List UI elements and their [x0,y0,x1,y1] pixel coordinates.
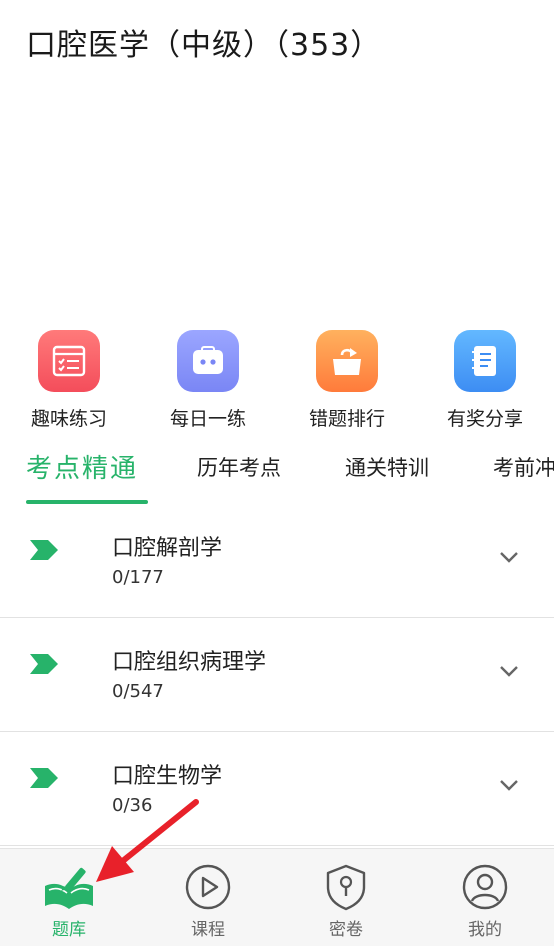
tab-linian-kaodian[interactable]: 历年考点 [197,452,281,482]
nav-label: 我的 [468,920,502,940]
flag-icon [30,768,58,788]
page-title: 口腔医学（中级）（353） [26,28,382,63]
chapter-name: 口腔解剖学 [112,536,223,561]
chevron-down-icon[interactable] [498,778,520,792]
mistakes-icon [316,330,378,392]
feature-share[interactable]: 有奖分享 [425,330,545,431]
tab-kaodian-jingtong[interactable]: 考点精通 [26,448,138,485]
feature-label: 错题排行 [308,408,385,430]
nav-kecheng[interactable]: 课程 [158,861,258,940]
nav-wode[interactable]: 我的 [435,861,535,940]
flag-icon [30,654,58,674]
feature-label: 趣味练习 [30,408,107,430]
chapter-name: 口腔组织病理学 [112,650,267,675]
shield-lock-icon [296,861,396,913]
chevron-down-icon[interactable] [498,550,520,564]
list-item[interactable]: 口腔生物学 0/36 [0,732,554,846]
nav-mijuan[interactable]: 密卷 [296,861,396,940]
chapter-name: 口腔生物学 [112,764,223,789]
practice-icon [38,330,100,392]
chevron-down-icon[interactable] [498,664,520,678]
feature-mistakes[interactable]: 错题排行 [287,330,407,431]
nav-tiku[interactable]: 题库 [19,861,119,940]
nav-label: 密卷 [329,920,363,940]
user-icon [435,861,535,913]
nav-label: 课程 [191,920,225,940]
feature-label: 每日一练 [169,408,246,430]
feature-practice[interactable]: 趣味练习 [9,330,129,431]
chapter-progress: 0/36 [112,795,153,816]
share-icon [454,330,516,392]
tab-tongguan-texun[interactable]: 通关特训 [345,452,429,482]
list-item[interactable]: 口腔解剖学 0/177 [0,504,554,618]
feature-shortcuts: 趣味练习 每日一练 错题排行 有奖分享 [0,330,554,430]
feature-daily[interactable]: 每日一练 [148,330,268,431]
list-item[interactable]: 口腔组织病理学 0/547 [0,618,554,732]
chapter-progress: 0/547 [112,681,164,702]
daily-icon [177,330,239,392]
category-tabs: 考点精通 历年考点 通关特训 考前冲 [0,440,554,506]
bottom-nav: 题库 课程 密卷 我的 [0,848,554,946]
chapter-list: 口腔解剖学 0/177 口腔组织病理学 0/547 口腔生物学 0/36 [0,504,554,846]
chapter-progress: 0/177 [112,567,164,588]
play-icon [158,861,258,913]
flag-icon [30,540,58,560]
book-pencil-icon [19,861,119,913]
tab-kaoqian-chong[interactable]: 考前冲 [493,452,554,482]
feature-label: 有奖分享 [446,408,523,430]
nav-label: 题库 [52,920,86,940]
